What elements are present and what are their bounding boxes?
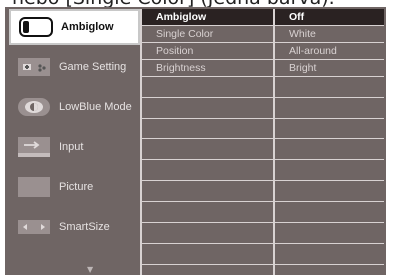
separator: [142, 264, 273, 265]
main-menu-label: SmartSize: [59, 221, 110, 233]
main-menu-item-lowblue-mode[interactable]: LowBlue Mode: [9, 89, 140, 125]
separator: [142, 201, 273, 202]
osd-menu: Ambiglow Game Setting LowBlue Mode Input…: [5, 7, 386, 275]
separator: [142, 97, 273, 98]
submenu-item-position[interactable]: Position: [142, 43, 273, 59]
separator: [142, 118, 273, 119]
option-item-off[interactable]: Off: [275, 9, 384, 25]
main-menu-item-ambiglow[interactable]: Ambiglow: [9, 9, 140, 45]
main-menu-label: LowBlue Mode: [59, 101, 132, 113]
separator: [275, 222, 384, 223]
scroll-down-icon[interactable]: ▼: [87, 265, 93, 274]
eye-icon: [15, 95, 53, 119]
option-item-white[interactable]: White: [275, 26, 384, 42]
main-menu-label: Picture: [59, 181, 94, 193]
separator: [275, 118, 384, 119]
separator: [275, 138, 384, 139]
separator: [275, 243, 384, 244]
separator: [142, 138, 273, 139]
main-menu-item-input[interactable]: Input: [9, 129, 140, 165]
main-menu-label: Input: [59, 141, 84, 153]
input-icon: [15, 135, 53, 159]
separator: [142, 180, 273, 181]
separator: [142, 222, 273, 223]
main-menu-label: Ambiglow: [61, 21, 114, 33]
separator: [275, 201, 384, 202]
options-column: Off White All-around Bright: [275, 9, 384, 275]
separator: [275, 97, 384, 98]
separator: [142, 76, 273, 77]
separator: [275, 180, 384, 181]
separator: [142, 243, 273, 244]
submenu-item-brightness[interactable]: Brightness: [142, 60, 273, 76]
submenu-item-ambiglow[interactable]: Ambiglow: [142, 9, 273, 25]
main-menu-item-smartsize[interactable]: SmartSize: [9, 209, 140, 245]
separator: [275, 159, 384, 160]
main-menu-item-picture[interactable]: Picture: [9, 169, 140, 205]
submenu-column: Ambiglow Single Color Position Brightnes…: [142, 9, 273, 275]
option-item-all-around[interactable]: All-around: [275, 43, 384, 59]
main-menu: Ambiglow Game Setting LowBlue Mode Input…: [9, 9, 140, 275]
main-menu-item-game-setting[interactable]: Game Setting: [9, 49, 140, 85]
submenu-item-single-color[interactable]: Single Color: [142, 26, 273, 42]
ambiglow-icon: [17, 15, 55, 39]
option-item-bright[interactable]: Bright: [275, 60, 384, 76]
gamepad-icon: [15, 55, 53, 79]
picture-icon: [15, 175, 53, 199]
separator: [275, 76, 384, 77]
separator: [142, 159, 273, 160]
separator: [275, 264, 384, 265]
smartsize-icon: [15, 215, 53, 239]
main-menu-label: Game Setting: [59, 61, 127, 73]
